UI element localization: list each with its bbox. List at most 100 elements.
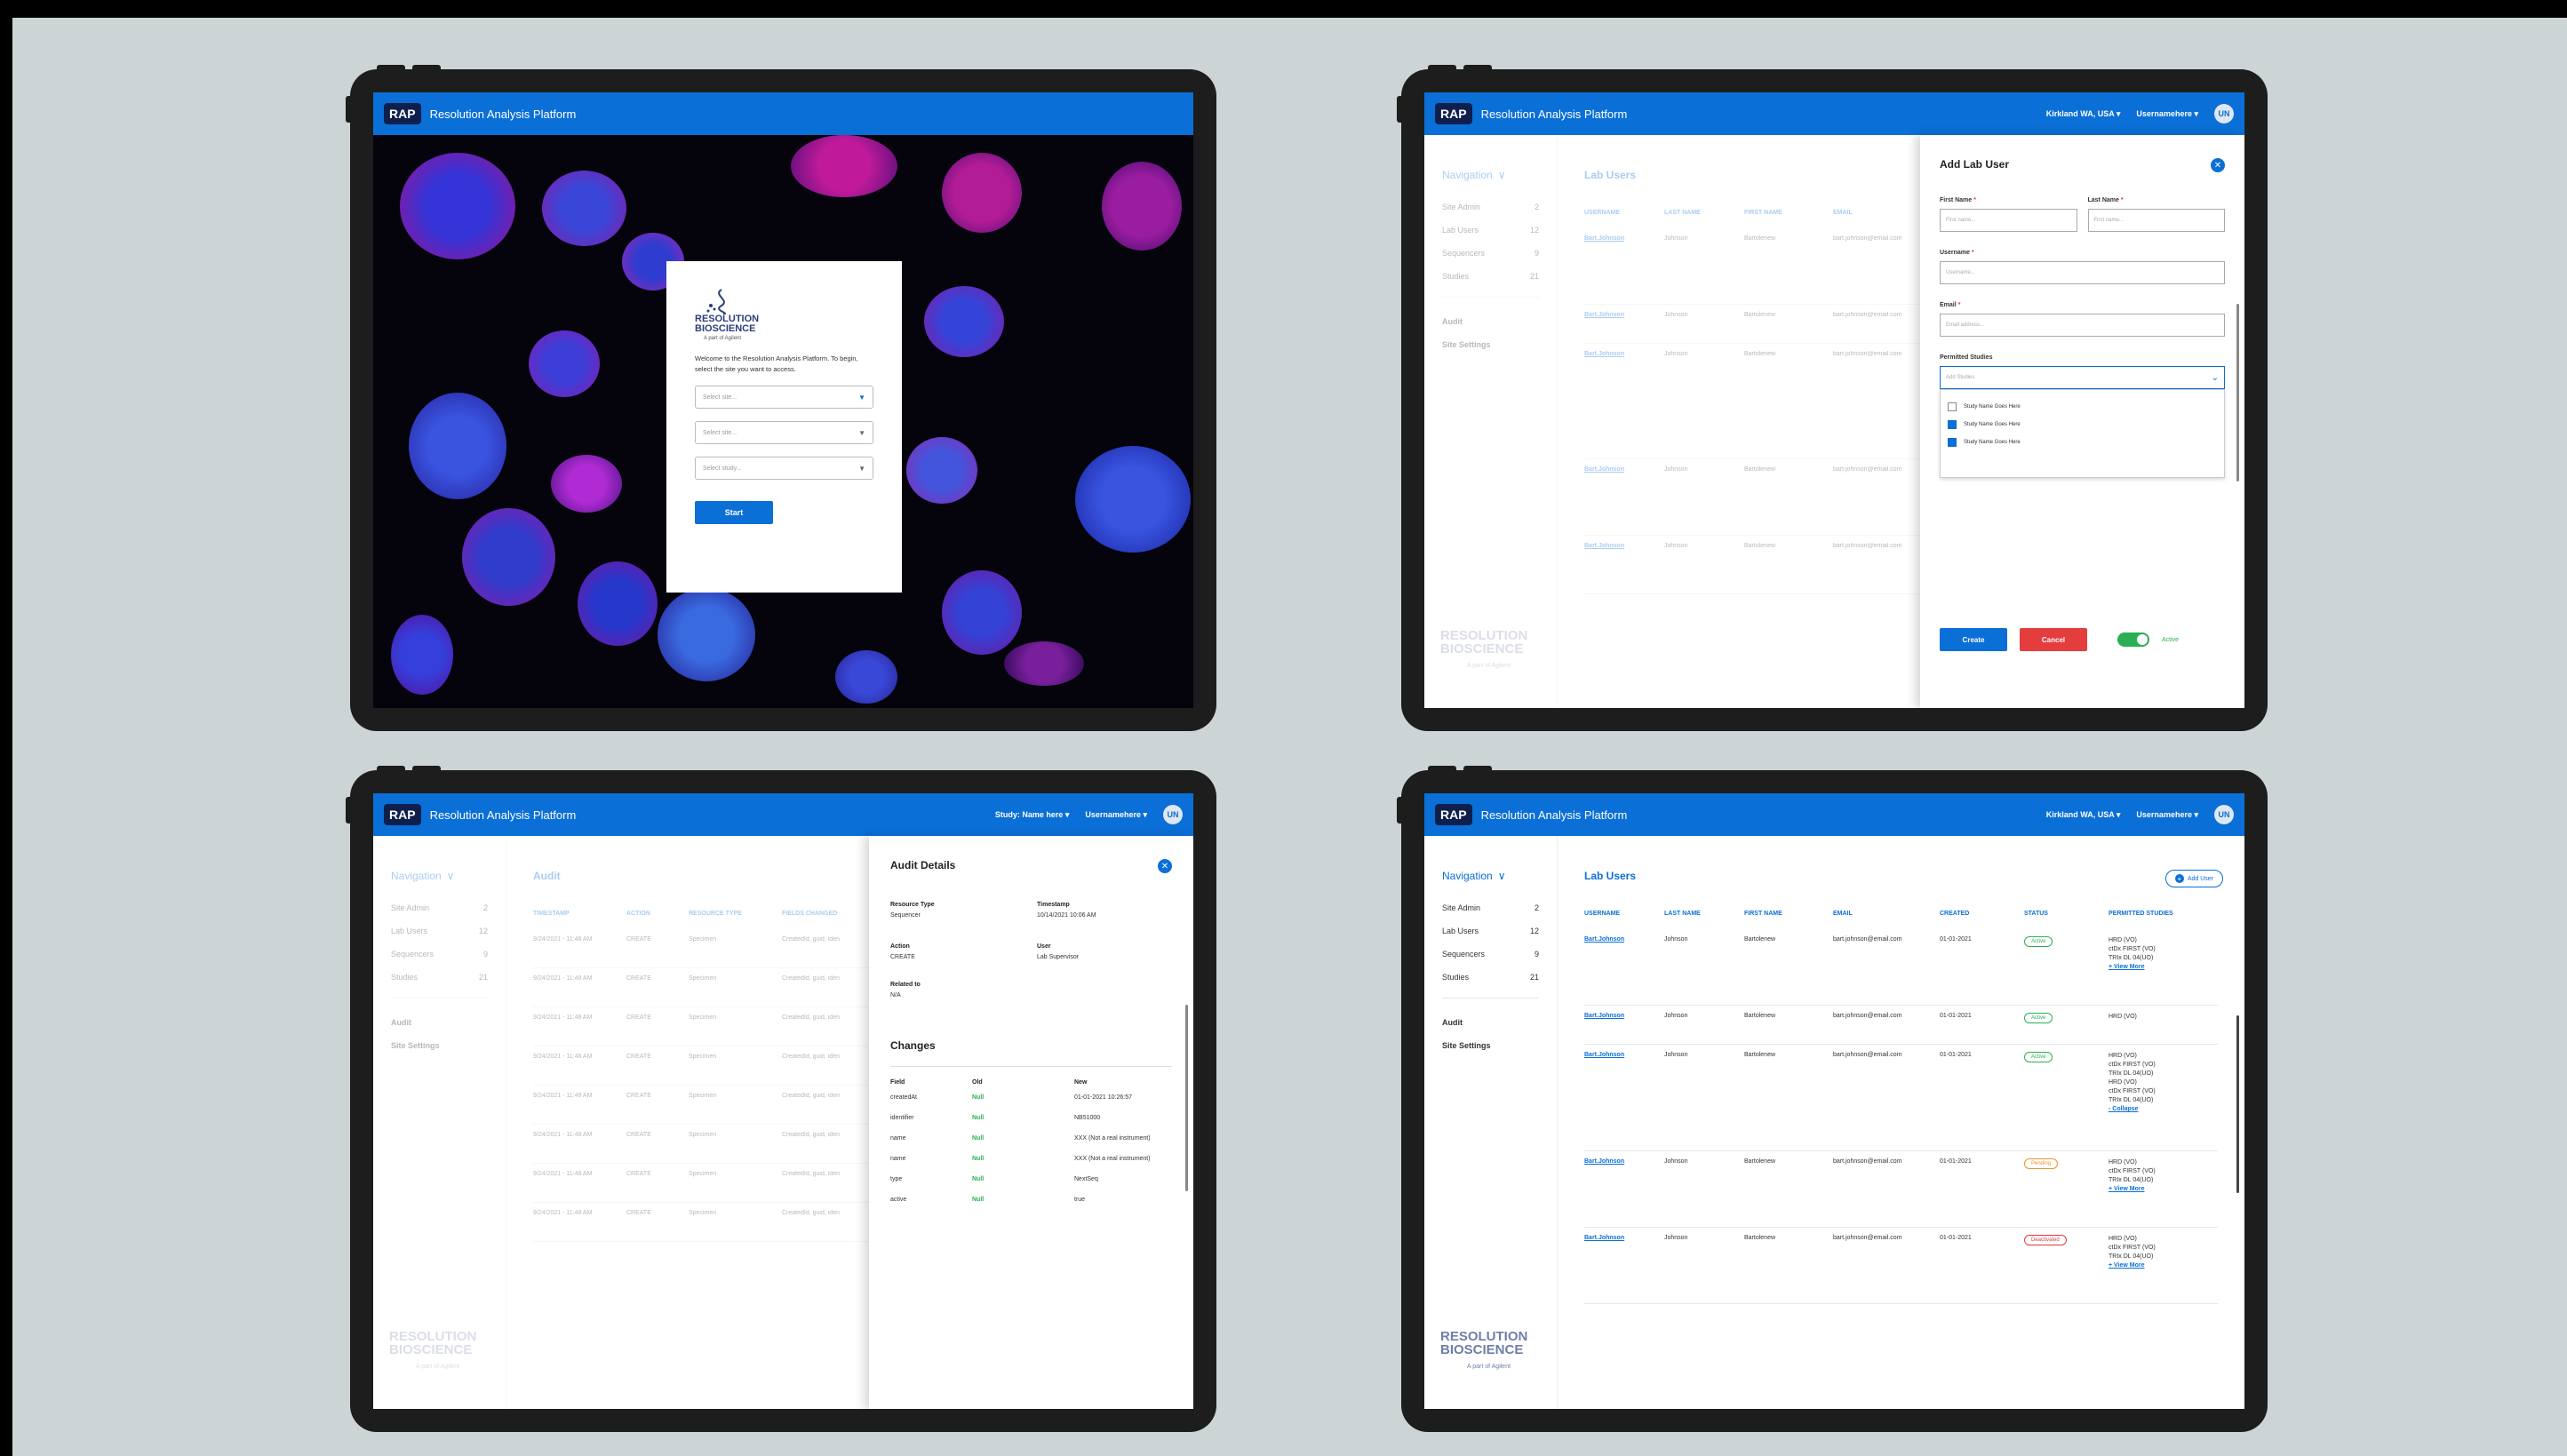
add-user-panel: Add Lab User ✕ First Name * First name...…	[1920, 135, 2244, 708]
add-user-button[interactable]: + Add User	[2164, 870, 2223, 887]
username-link[interactable]: Bart.Johnson	[1584, 1013, 1664, 1037]
email-input[interactable]: Email address...	[1940, 314, 2225, 337]
checkbox[interactable]	[1948, 438, 1957, 447]
permitted-study: ctDx FIRST (VO)	[2109, 946, 2156, 952]
studies-input[interactable]: Add Studies ⌄	[1940, 366, 2225, 389]
sidebar-item-site-admin[interactable]: Site Admin 2	[1442, 203, 1539, 211]
tablet-lab-users: RAP Resolution Analysis Platform Kirklan…	[1397, 766, 2268, 1432]
view-more-link[interactable]: + View More	[2109, 1185, 2156, 1194]
close-icon[interactable]: ✕	[1158, 859, 1172, 873]
resolution-logo: RESOLUTION BIOSCIENCE A part of Agilent	[1440, 1329, 1528, 1370]
resource-type-value: Sequencer	[890, 912, 921, 919]
change-row: identifier Null NB51000	[890, 1115, 1101, 1121]
select-site[interactable]: Select site... ▼	[695, 386, 873, 409]
view-more-link[interactable]: - Collapse	[2109, 1105, 2156, 1114]
status-badge: Deactivated	[2024, 1235, 2067, 1245]
sidebar-item-site-admin[interactable]: Site Admin 2	[391, 903, 488, 912]
login-screen: RAP Resolution Analysis Platform RESOLUT…	[373, 92, 1193, 708]
app-badge[interactable]: RAP	[384, 804, 421, 825]
top-bar: RAP Resolution Analysis Platform Kirklan…	[1424, 92, 2244, 135]
sidebar-item-lab-users[interactable]: Lab Users 12	[1442, 927, 1539, 935]
nav-header[interactable]: Navigation ∨	[391, 870, 488, 882]
study-option[interactable]: Study Name Goes Here	[1948, 402, 2217, 411]
create-button[interactable]: Create	[1940, 628, 2007, 651]
lab-users-screen: RAP Resolution Analysis Platform Kirklan…	[1424, 793, 2244, 1409]
sidebar-link-site-settings[interactable]: Site Settings	[1442, 1041, 1539, 1050]
sidebar-item-lab-users[interactable]: Lab Users 12	[1442, 226, 1539, 235]
select-site-2[interactable]: Select site... ▼	[695, 421, 873, 444]
first-name-input[interactable]: First name...	[1940, 209, 2077, 232]
active-toggle[interactable]	[2117, 633, 2149, 647]
username-input[interactable]: Username...	[1940, 261, 2225, 284]
top-bar: RAP Resolution Analysis Platform Kirklan…	[1424, 793, 2244, 836]
username-label: Username	[1940, 250, 1970, 256]
user-dropdown[interactable]: Usernamehere ▾	[2136, 109, 2198, 119]
avatar[interactable]: UN	[1163, 805, 1183, 824]
resolution-logo: RESOLUTION BIOSCIENCE A part of Agilent	[389, 1329, 477, 1370]
app-badge[interactable]: RAP	[1435, 804, 1472, 825]
mockup-stage: RAP Resolution Analysis Platform RESOLUT…	[12, 18, 2567, 1456]
chevron-down-icon: ∨	[1497, 870, 1506, 882]
user-dropdown[interactable]: Usernamehere ▾	[2136, 810, 2198, 820]
site-dropdown[interactable]: Kirkland WA, USA ▾	[2046, 810, 2121, 820]
welcome-text: Welcome to the Resolution Analysis Platf…	[695, 354, 858, 373]
table-row: Bart.Johnson Johnson Bartolenew bart.johnso…	[1584, 1228, 2218, 1304]
avatar[interactable]: UN	[2214, 104, 2234, 123]
timestamp-value: 10/14/2021 10:06 AM	[1037, 912, 1096, 919]
study-dropdown[interactable]: Study: Name here ▾	[995, 810, 1070, 820]
site-dropdown[interactable]: Kirkland WA, USA ▾	[2046, 109, 2121, 119]
chevron-down-icon: ∨	[446, 870, 455, 882]
cancel-button[interactable]: Cancel	[2020, 628, 2087, 651]
app-badge[interactable]: RAP	[384, 103, 421, 124]
permitted-study: HRD (VO)	[2109, 1159, 2137, 1166]
user-dropdown[interactable]: Usernamehere ▾	[1085, 810, 1147, 820]
chevron-down-icon: ∨	[1497, 169, 1506, 181]
close-icon[interactable]: ✕	[2211, 158, 2225, 172]
changes-header: Field Old New	[890, 1066, 1172, 1086]
sidebar-item-sequencers[interactable]: Sequencers 9	[1442, 249, 1539, 258]
checkbox[interactable]	[1948, 402, 1957, 411]
checkbox[interactable]	[1948, 420, 1957, 429]
nav-header[interactable]: Navigation ∨	[1442, 870, 1539, 882]
app-badge[interactable]: RAP	[1435, 103, 1472, 124]
change-row: createdAt Null 01-01-2021 10:26:57	[890, 1094, 1132, 1101]
audit-screen: RAP Resolution Analysis Platform Study: …	[373, 793, 1193, 1409]
study-option[interactable]: Study Name Goes Here	[1948, 420, 2217, 429]
view-more-link[interactable]: + View More	[2109, 1261, 2156, 1270]
avatar[interactable]: UN	[2214, 805, 2234, 824]
username-link[interactable]: Bart.Johnson	[1584, 936, 1664, 998]
app-title: Resolution Analysis Platform	[429, 107, 577, 121]
study-option[interactable]: Study Name Goes Here	[1948, 438, 2217, 447]
permitted-study: ctDx FIRST (VO)	[2109, 1062, 2156, 1068]
username-link[interactable]: Bart.Johnson	[1584, 1158, 1664, 1220]
username-link[interactable]: Bart.Johnson	[1584, 1052, 1664, 1143]
sidebar-item-sequencers[interactable]: Sequencers 9	[391, 950, 488, 959]
last-name-label: Last Name	[2087, 197, 2119, 203]
related-label: Related to	[890, 982, 921, 988]
sidebar-link-audit[interactable]: Audit	[1442, 1018, 1539, 1027]
sidebar-item-studies[interactable]: Studies 21	[1442, 973, 1539, 982]
sidebar-link-audit[interactable]: Audit	[391, 1018, 488, 1027]
sidebar-link-site-settings[interactable]: Site Settings	[1442, 340, 1539, 349]
view-more-link[interactable]: + View More	[2109, 963, 2156, 972]
nav-header[interactable]: Navigation ∨	[1442, 169, 1539, 181]
permitted-study: TRIx DL 04(UO)	[2109, 1253, 2154, 1260]
username-link[interactable]: Bart.Johnson	[1584, 1235, 1664, 1296]
sidebar-item-site-admin[interactable]: Site Admin 2	[1442, 903, 1539, 912]
last-name-input[interactable]: First name...	[2087, 209, 2225, 232]
start-button[interactable]: Start	[695, 501, 773, 524]
action-value: CREATE	[890, 954, 915, 960]
plus-icon: +	[2174, 874, 2184, 883]
sidebar-item-lab-users[interactable]: Lab Users 12	[391, 927, 488, 935]
table-row: Bart.Johnson Johnson Bartolenew bart.johnso…	[1584, 1006, 2218, 1045]
audit-details-panel: Audit Details ✕ Resource Type Sequencer T…	[869, 836, 1193, 1409]
select-study[interactable]: Select study... ▼	[695, 457, 873, 480]
sidebar-link-site-settings[interactable]: Site Settings	[391, 1041, 488, 1050]
sidebar-item-studies[interactable]: Studies 21	[391, 973, 488, 982]
sidebar-item-sequencers[interactable]: Sequencers 9	[1442, 950, 1539, 959]
resource-type-label: Resource Type	[890, 902, 935, 908]
sidebar-link-audit[interactable]: Audit	[1442, 317, 1539, 326]
tablet-add-user: RAP Resolution Analysis Platform Kirklan…	[1397, 65, 2268, 731]
chevron-down-icon: ▼	[858, 393, 865, 402]
sidebar-item-studies[interactable]: Studies 21	[1442, 272, 1539, 281]
